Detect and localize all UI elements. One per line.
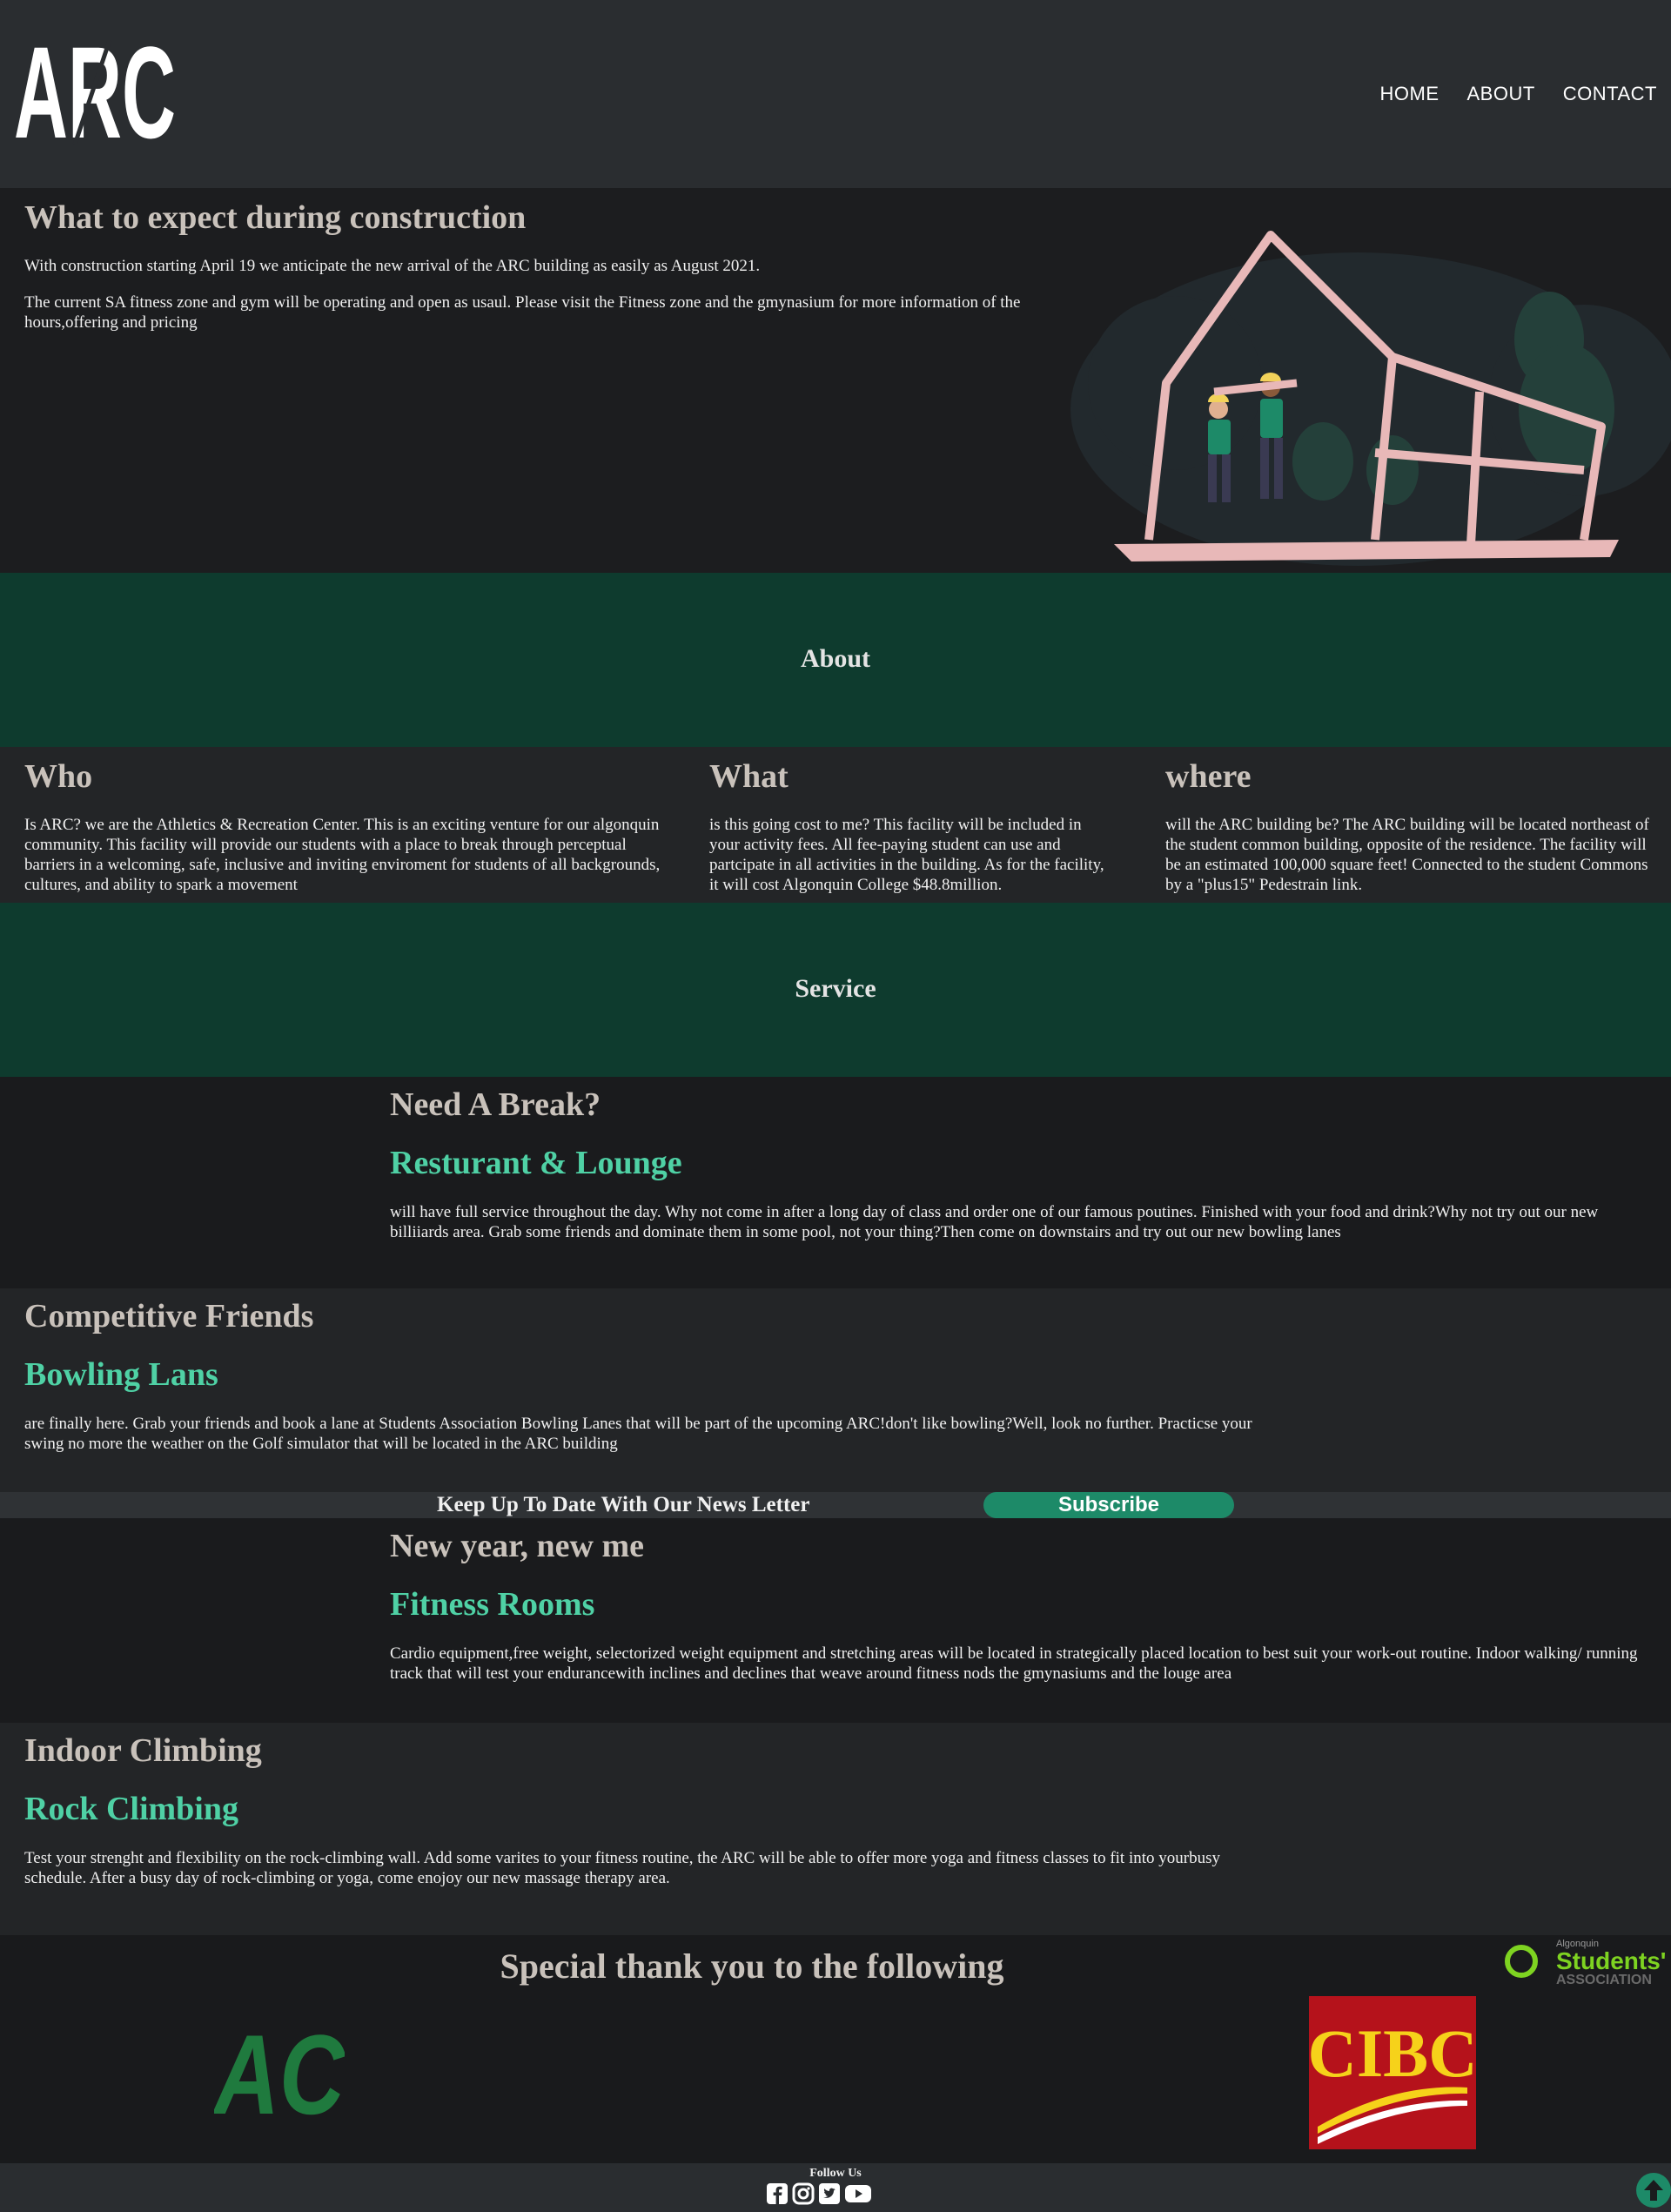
climbing-title: Rock Climbing — [24, 1791, 238, 1827]
service-bowling: Competitive Friends Bowling Lans are fin… — [0, 1288, 1671, 1492]
about-who-text: Is ARC? we are the Athletics & Recreatio… — [24, 816, 661, 894]
fitness-title: Fitness Rooms — [390, 1586, 595, 1623]
newsletter-bar: Keep Up To Date With Our News Letter Sub… — [0, 1492, 1671, 1518]
algonquin-college-logo[interactable]: AC — [214, 2022, 345, 2122]
nav-about[interactable]: ABOUT — [1467, 83, 1535, 105]
service-band: Service — [0, 903, 1671, 1077]
service-heading: Service — [795, 974, 876, 1003]
bowling-title: Bowling Lans — [24, 1356, 218, 1393]
follow-us-label: Follow Us — [809, 2167, 862, 2180]
bowling-kicker: Competitive Friends — [24, 1298, 314, 1335]
youtube-icon[interactable] — [844, 2182, 872, 2205]
about-what-text: is this going cost to me? This facility … — [709, 816, 1104, 894]
fitness-text: Cardio equipment,free weight, selectoriz… — [390, 1644, 1638, 1683]
svg-text:AC: AC — [214, 2022, 345, 2122]
construction-title: What to expect during construction — [24, 199, 527, 236]
restaurant-title: Resturant & Lounge — [390, 1145, 682, 1181]
about-what-title: What — [709, 758, 789, 795]
back-to-top-button[interactable] — [1636, 2173, 1671, 2208]
about-what: What is this going cost to me? This faci… — [709, 757, 1110, 895]
sponsors-section: Special thank you to the following AC CI… — [0, 1935, 1671, 2163]
about-who: Who Is ARC? we are the Athletics & Recre… — [24, 757, 668, 895]
bowling-text: are finally here. Grab your friends and … — [24, 1415, 1252, 1453]
arc-logo[interactable]: ARC — [14, 40, 176, 145]
sponsors-heading: Special thank you to the following — [500, 1946, 1004, 1986]
construction-paragraph-1: With construction starting April 19 we a… — [24, 257, 761, 275]
svg-text:CIBC: CIBC — [1309, 2015, 1476, 2091]
nav-contact[interactable]: CONTACT — [1563, 83, 1657, 105]
facebook-icon[interactable] — [766, 2182, 789, 2205]
arrow-up-icon — [1644, 2180, 1663, 2201]
instagram-icon[interactable] — [792, 2182, 815, 2205]
site-footer: Follow Us — [0, 2163, 1671, 2212]
twitter-icon[interactable] — [818, 2182, 841, 2205]
climbing-text: Test your strenght and flexibility on th… — [24, 1849, 1220, 1887]
service-restaurant: Need A Break? Resturant & Lounge will ha… — [0, 1077, 1671, 1288]
service-fitness: New year, new me Fitness Rooms Cardio eq… — [0, 1518, 1671, 1723]
subscribe-button[interactable]: Subscribe — [983, 1492, 1234, 1518]
svg-text:ASSOCIATION: ASSOCIATION — [1556, 1973, 1652, 1987]
construction-paragraph-2: The current SA fitness zone and gym will… — [24, 293, 1021, 332]
social-links — [766, 2182, 872, 2205]
svg-text:ARC: ARC — [14, 40, 176, 145]
newsletter-label: Keep Up To Date With Our News Letter — [437, 1493, 810, 1516]
about-band: About — [0, 573, 1671, 747]
students-association-logo[interactable]: Algonquin Students' ASSOCIATION — [1502, 1935, 1671, 1987]
svg-text:Students': Students' — [1556, 1947, 1666, 1974]
cibc-logo[interactable]: CIBC — [1309, 1996, 1476, 2149]
about-columns: Who Is ARC? we are the Athletics & Recre… — [0, 747, 1671, 903]
about-heading: About — [800, 644, 871, 673]
fitness-kicker: New year, new me — [390, 1528, 644, 1564]
service-climbing: Indoor Climbing Rock Climbing Test your … — [0, 1723, 1671, 1935]
main-nav: HOME ABOUT CONTACT — [1380, 83, 1658, 105]
site-header: ARC HOME ABOUT CONTACT — [0, 0, 1671, 188]
restaurant-text: will have full service throughout the da… — [390, 1203, 1599, 1241]
construction-illustration — [1070, 231, 1671, 566]
nav-home[interactable]: HOME — [1380, 83, 1439, 105]
construction-section: What to expect during construction With … — [0, 188, 1671, 573]
about-where-title: where — [1165, 758, 1252, 795]
about-where-text: will the ARC building be? The ARC buildi… — [1165, 816, 1649, 894]
about-who-title: Who — [24, 758, 93, 795]
about-where: where will the ARC building be? The ARC … — [1165, 757, 1653, 895]
restaurant-kicker: Need A Break? — [390, 1086, 601, 1123]
climbing-kicker: Indoor Climbing — [24, 1732, 262, 1769]
